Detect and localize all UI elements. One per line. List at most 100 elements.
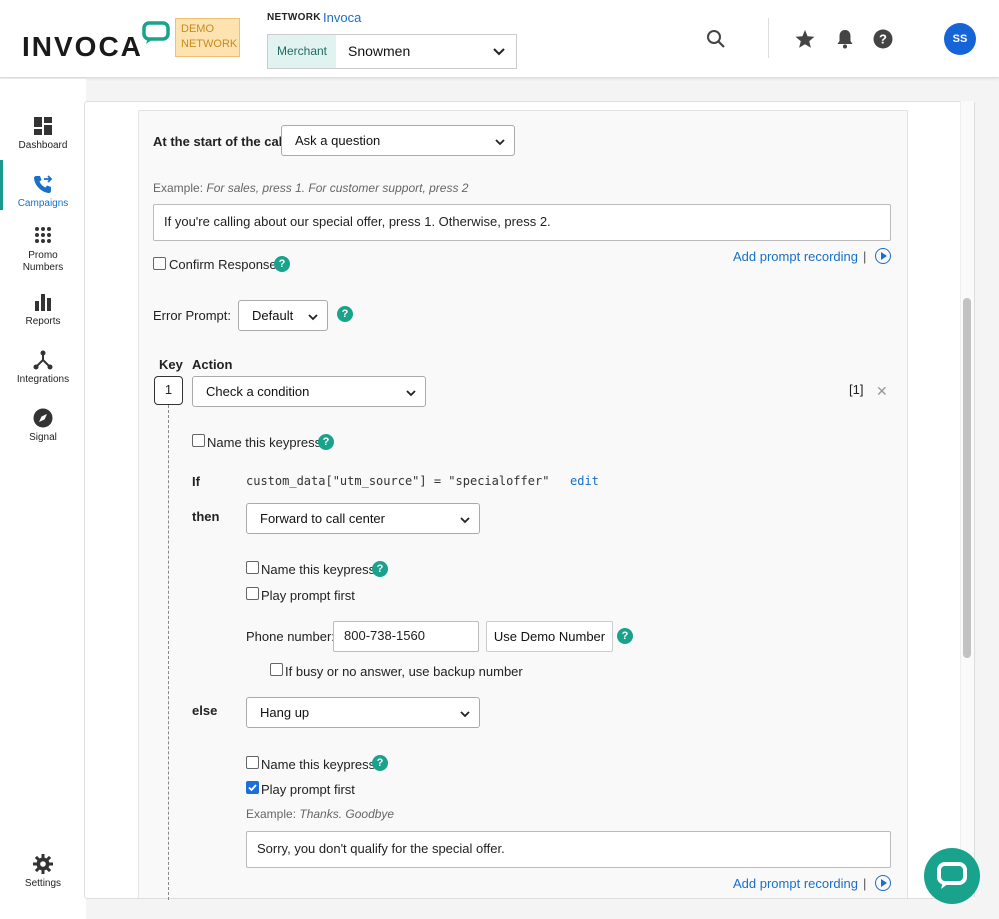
action-select[interactable]: Check a condition: [192, 376, 426, 407]
question-prompt-input[interactable]: If you're calling about our special offe…: [153, 204, 891, 241]
else-action-select[interactable]: Hang up: [246, 697, 480, 728]
goodbye-prompt-input[interactable]: Sorry, you don't qualify for the special…: [246, 831, 891, 868]
then-action-value: Forward to call center: [260, 511, 385, 526]
sidebar-item-label: Campaigns: [17, 198, 69, 209]
branch-connector-line: [168, 405, 169, 900]
help-icon[interactable]: ?: [617, 628, 633, 644]
bar-chart-icon: [35, 294, 51, 311]
start-of-call-value: Ask a question: [295, 133, 381, 148]
gear-icon: [33, 854, 53, 874]
add-prompt-recording-link[interactable]: Add prompt recording: [733, 249, 858, 264]
action-value: Check a condition: [206, 384, 310, 399]
sidebar-item-dashboard[interactable]: Dashboard: [0, 115, 86, 151]
name-keypress-checkbox[interactable]: [192, 434, 205, 447]
sidebar-item-label: Settings: [24, 878, 62, 889]
remove-keypress-icon[interactable]: ✕: [876, 383, 888, 400]
chat-support-button[interactable]: [924, 848, 980, 904]
backup-number-checkbox[interactable]: [270, 663, 283, 676]
play-prompt-label: Play prompt first: [261, 588, 355, 603]
sidebar-item-promo-numbers[interactable]: Promo Numbers: [0, 225, 86, 274]
link-separator: |: [863, 876, 867, 891]
scrollbar-thumb[interactable]: [963, 298, 971, 658]
invoca-logo[interactable]: INVOCA: [22, 30, 143, 64]
play-icon[interactable]: [875, 875, 891, 891]
start-of-call-label: At the start of the call: [153, 134, 286, 149]
chevron-down-icon: [460, 711, 470, 718]
key-column-header: Key: [159, 357, 183, 372]
campaigns-icon: [34, 175, 53, 193]
header-divider: [768, 18, 769, 58]
sidebar-item-campaigns[interactable]: Campaigns: [0, 173, 86, 209]
sidebar-item-settings[interactable]: Settings: [0, 853, 86, 889]
search-icon[interactable]: [705, 28, 727, 50]
name-keypress-label: Name this keypress: [207, 435, 322, 450]
add-prompt-recording-link[interactable]: Add prompt recording: [733, 876, 858, 891]
error-prompt-select[interactable]: Default: [238, 300, 328, 331]
sidebar-item-integrations[interactable]: Integrations: [0, 349, 86, 385]
else-action-value: Hang up: [260, 705, 310, 720]
sidebar-item-label: Promo Numbers: [22, 250, 64, 273]
key-input[interactable]: 1: [154, 376, 183, 405]
confirm-response-checkbox[interactable]: [153, 257, 166, 270]
phone-number-input[interactable]: 800-738-1560: [333, 621, 479, 652]
network-label: NETWORK: [267, 12, 321, 23]
chat-bubble-icon: [937, 862, 967, 889]
phone-number-label: Phone number:: [246, 629, 335, 644]
sidebar-item-signal[interactable]: Signal: [0, 407, 86, 443]
play-icon[interactable]: [875, 248, 891, 264]
error-prompt-value: Default: [252, 308, 294, 323]
link-separator: |: [863, 249, 867, 264]
if-label: If: [192, 474, 200, 489]
sidebar-item-label: Integrations: [16, 374, 70, 385]
name-keypress-label: Name this keypress: [261, 757, 376, 772]
else-play-prompt-checkbox[interactable]: [246, 781, 259, 794]
backup-number-label: If busy or no answer, use backup number: [285, 664, 523, 679]
help-icon[interactable]: ?: [372, 561, 388, 577]
then-play-prompt-checkbox[interactable]: [246, 587, 259, 600]
use-demo-number-button[interactable]: Use Demo Number: [486, 621, 613, 652]
avatar[interactable]: SS: [944, 23, 976, 55]
star-icon[interactable]: [794, 28, 816, 50]
example-hint: Example: Thanks. Goodbye: [246, 807, 394, 821]
chevron-down-icon: [493, 48, 505, 56]
merchant-select[interactable]: Merchant Snowmen: [267, 34, 517, 69]
chat-bubble-logo-icon: [142, 21, 170, 44]
else-label: else: [192, 703, 218, 718]
example-hint: Example: For sales, press 1. For custome…: [153, 181, 468, 195]
dashboard-icon: [34, 117, 52, 135]
svg-text:?: ?: [879, 32, 887, 47]
error-prompt-label: Error Prompt:: [153, 308, 232, 323]
action-column-header: Action: [192, 357, 233, 372]
help-icon[interactable]: ?: [337, 306, 353, 322]
help-icon[interactable]: ?: [872, 28, 894, 50]
help-icon[interactable]: ?: [318, 434, 334, 450]
demo-network-badge: DEMO NETWORK: [175, 18, 240, 57]
compass-icon: [33, 408, 53, 428]
name-keypress-label: Name this keypress: [261, 562, 376, 577]
example-text: Thanks. Goodbye: [299, 807, 395, 821]
bell-icon[interactable]: [834, 28, 856, 50]
merchant-value: Snowmen: [348, 43, 411, 59]
network-value[interactable]: Invoca: [323, 10, 361, 25]
else-name-keypress-checkbox[interactable]: [246, 756, 259, 769]
sidebar: Dashboard Campaigns Promo Numbers Report…: [0, 79, 86, 919]
merchant-label: Merchant: [268, 35, 336, 68]
edit-condition-link[interactable]: edit: [570, 474, 599, 488]
then-label: then: [192, 509, 220, 524]
confirm-response-label: Confirm Response: [169, 257, 277, 272]
play-prompt-label: Play prompt first: [261, 782, 355, 797]
start-of-call-select[interactable]: Ask a question: [281, 125, 515, 156]
then-name-keypress-checkbox[interactable]: [246, 561, 259, 574]
chevron-down-icon: [308, 314, 318, 321]
sidebar-item-reports[interactable]: Reports: [0, 291, 86, 327]
top-header: INVOCA DEMO NETWORK NETWORK Invoca Merch…: [0, 0, 999, 78]
condition-expression: custom_data["utm_source"] = "specialoffe…: [246, 474, 550, 488]
then-action-select[interactable]: Forward to call center: [246, 503, 480, 534]
help-icon[interactable]: ?: [372, 755, 388, 771]
dialpad-icon: [35, 227, 51, 243]
sidebar-item-label: Dashboard: [18, 140, 68, 151]
example-prefix: Example:: [153, 181, 204, 195]
example-prefix: Example:: [246, 807, 297, 821]
help-icon[interactable]: ?: [274, 256, 290, 272]
chevron-down-icon: [406, 390, 416, 397]
